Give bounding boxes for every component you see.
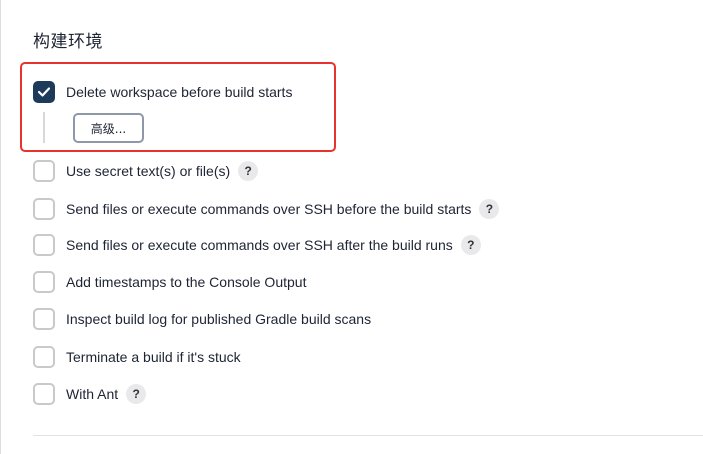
option-label: Add timestamps to the Console Output — [66, 274, 307, 290]
left-border — [0, 0, 1, 454]
section-divider — [33, 435, 703, 436]
option-label: Inspect build log for published Gradle b… — [66, 311, 372, 327]
option-label: Send files or execute commands over SSH … — [66, 201, 472, 217]
help-icon[interactable]: ? — [479, 199, 500, 219]
option-label: Send files or execute commands over SSH … — [66, 237, 453, 253]
checkbox-with-ant[interactable] — [33, 383, 55, 405]
option-with-ant[interactable]: With Ant ? — [33, 382, 147, 406]
option-label: Use secret text(s) or file(s) — [66, 163, 231, 179]
option-delete-workspace[interactable]: Delete workspace before build starts — [33, 80, 292, 104]
option-ssh-before-build[interactable]: Send files or execute commands over SSH … — [33, 197, 500, 221]
checkbox-terminate-stuck[interactable] — [33, 346, 55, 368]
section-title: 构建环境 — [33, 32, 103, 52]
option-ssh-after-build[interactable]: Send files or execute commands over SSH … — [33, 233, 481, 257]
checkbox-delete-workspace[interactable] — [33, 81, 55, 103]
option-label: With Ant — [66, 386, 119, 402]
indent-bar — [43, 112, 45, 143]
option-gradle-scans[interactable]: Inspect build log for published Gradle b… — [33, 307, 371, 331]
option-terminate-stuck[interactable]: Terminate a build if it's stuck — [33, 345, 241, 369]
checkbox-gradle-scans[interactable] — [33, 308, 55, 330]
help-icon[interactable]: ? — [238, 161, 259, 181]
help-icon[interactable]: ? — [126, 384, 147, 404]
highlight-annotation — [20, 62, 336, 152]
option-timestamps[interactable]: Add timestamps to the Console Output — [33, 270, 306, 294]
checkbox-timestamps[interactable] — [33, 271, 55, 293]
checkbox-secret-text[interactable] — [33, 160, 55, 182]
option-label: Delete workspace before build starts — [66, 84, 293, 100]
checkmark-icon — [38, 87, 50, 97]
checkbox-ssh-before-build[interactable] — [33, 198, 55, 220]
help-icon[interactable]: ? — [460, 235, 481, 255]
advanced-button[interactable]: 高级... — [73, 113, 144, 143]
option-secret-text[interactable]: Use secret text(s) or file(s) ? — [33, 159, 259, 183]
option-label: Terminate a build if it's stuck — [66, 349, 241, 365]
checkbox-ssh-after-build[interactable] — [33, 234, 55, 256]
